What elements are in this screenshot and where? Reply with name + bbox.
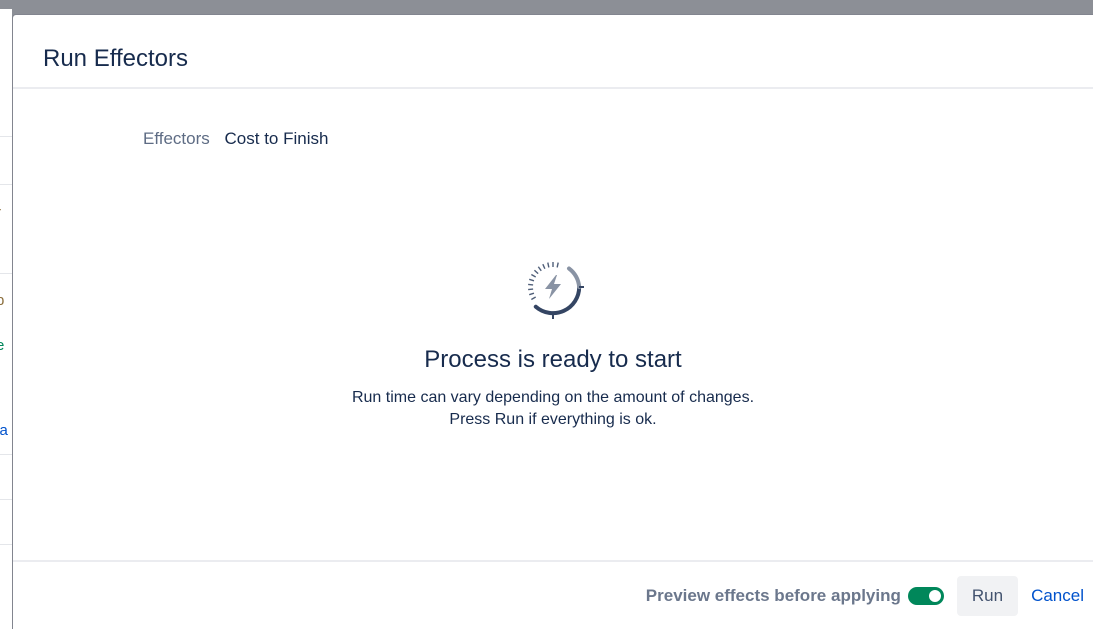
background-divider	[0, 184, 12, 185]
timer-tick	[530, 273, 537, 278]
toggle-knob	[928, 590, 941, 602]
background-divider	[0, 136, 12, 137]
timer-tick	[537, 266, 542, 272]
background-page: r p e i ca	[0, 9, 12, 629]
status-title: Process is ready to start	[424, 346, 682, 373]
timer-tick	[547, 262, 550, 268]
run-button[interactable]: Run	[956, 576, 1019, 616]
timer-tick	[529, 292, 535, 296]
preview-effects-toggle[interactable]	[907, 587, 944, 605]
background-divider	[0, 454, 12, 455]
effectors-field: Effectors Cost to Finish	[143, 129, 328, 149]
effectors-value: Cost to Finish	[224, 129, 329, 148]
dialog-footer: Preview effects before applying Run Canc…	[13, 560, 1093, 629]
dialog-title: Run Effectors	[43, 45, 188, 72]
timer-tick	[528, 288, 534, 291]
status-line-1: Run time can vary depending on the amoun…	[351, 389, 755, 406]
status-line-2: Press Run if everything is ok.	[449, 411, 657, 428]
background-divider	[0, 499, 12, 500]
preview-effects-label: Preview effects before applying	[645, 586, 901, 605]
background-text-fragment: ca	[0, 422, 8, 439]
timer-tick	[528, 283, 534, 286]
status-description: Run time can vary depending on the amoun…	[13, 387, 1093, 431]
background-divider	[0, 544, 12, 545]
timer-tick	[556, 262, 559, 268]
footer-controls: Preview effects before applying Run Canc…	[646, 576, 1084, 616]
background-text-fragment: e	[0, 337, 5, 354]
check-icon	[914, 589, 928, 603]
timer-tick	[542, 263, 546, 270]
effectors-label: Effectors	[143, 129, 210, 148]
status-panel: Process is ready to start Run time can v…	[13, 247, 1093, 431]
background-divider	[0, 273, 12, 274]
timer-tick	[529, 278, 535, 282]
dialog-header: Run Effectors	[13, 15, 1093, 89]
timer-tick	[533, 269, 539, 275]
background-text-fragment: r	[0, 204, 1, 222]
timer-lightning-icon	[513, 247, 593, 327]
cancel-button[interactable]: Cancel	[1018, 576, 1084, 616]
background-text-fragment: p	[0, 292, 5, 309]
timer-tick	[530, 296, 537, 301]
run-effectors-dialog: Run Effectors Effectors Cost to Finish P…	[13, 15, 1093, 629]
